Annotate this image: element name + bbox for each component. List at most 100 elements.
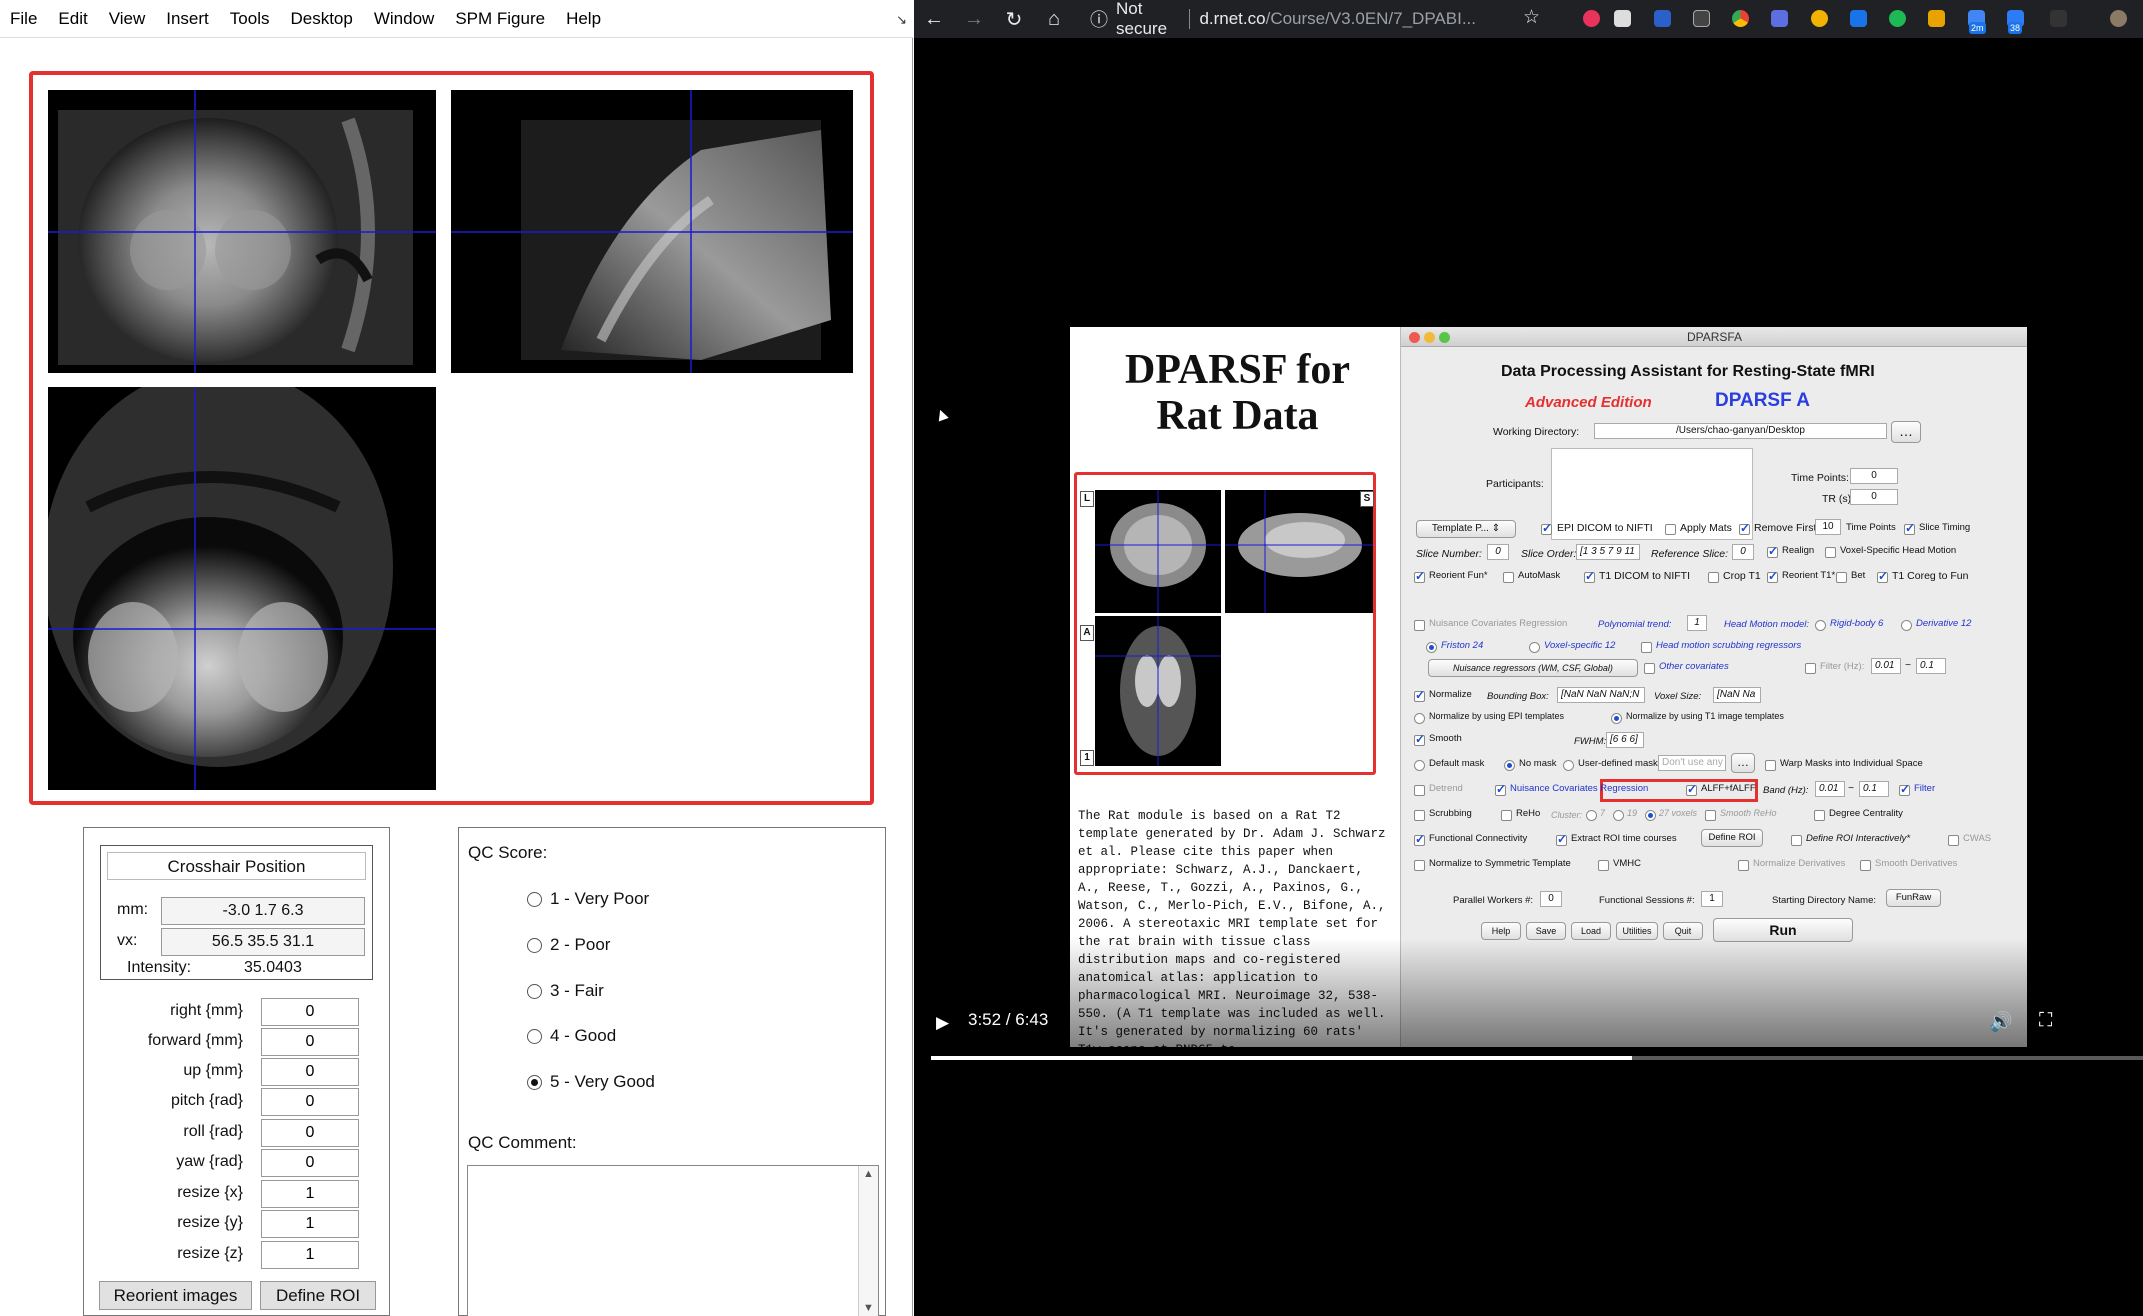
voxel-size-input[interactable]: [NaN Na — [1713, 687, 1761, 703]
param-input-forward[interactable]: 0 — [261, 1028, 359, 1056]
functional-connectivity-checkbox[interactable] — [1414, 832, 1425, 846]
radio-button[interactable] — [527, 1028, 542, 1044]
normalize-symmetric-checkbox[interactable] — [1414, 860, 1425, 871]
extension-icon[interactable] — [1583, 10, 1600, 27]
no-mask-radio[interactable] — [1504, 760, 1515, 771]
filter-checkbox-gray[interactable] — [1805, 663, 1816, 674]
functional-sessions-input[interactable]: 1 — [1701, 891, 1723, 907]
tr-input[interactable]: 0 — [1850, 489, 1898, 505]
menu-desktop[interactable]: Desktop — [287, 9, 363, 29]
video-progress-bar[interactable] — [931, 1056, 2143, 1060]
browse-dir-button[interactable]: … — [1891, 421, 1921, 443]
alff-checkbox[interactable] — [1686, 782, 1697, 796]
profile-avatar[interactable] — [2110, 10, 2127, 27]
param-input-resize-z[interactable]: 1 — [261, 1241, 359, 1269]
extension-icon[interactable] — [1928, 10, 1945, 27]
friston-radio[interactable] — [1426, 642, 1437, 653]
automask-checkbox[interactable] — [1503, 572, 1514, 583]
mask-input[interactable]: Don't use any Mas — [1658, 755, 1726, 771]
qc-option-4[interactable]: 4 - Good — [527, 1024, 616, 1048]
qc-option-1[interactable]: 1 - Very Poor — [527, 887, 649, 911]
extension-icon[interactable] — [1693, 10, 1710, 27]
slice-timing-checkbox[interactable] — [1904, 521, 1915, 535]
param-input-yaw[interactable]: 0 — [261, 1149, 359, 1177]
info-icon[interactable]: ⓘ — [1090, 6, 1108, 32]
video-player[interactable]: ▲ DPARSF for Rat Data L S A 1 The Rat mo… — [914, 38, 2143, 1316]
bounding-box-input[interactable]: [NaN NaN NaN;N — [1557, 687, 1645, 703]
dock-arrow-icon[interactable]: ↘ — [896, 12, 907, 28]
chrome-extension-icon[interactable] — [1732, 10, 1749, 27]
minimize-window-icon[interactable] — [1424, 332, 1435, 343]
scrubbing-checkbox[interactable] — [1414, 810, 1425, 821]
nuisance-regression-checkbox[interactable] — [1414, 620, 1425, 631]
menu-file[interactable]: File — [7, 9, 48, 29]
menu-insert[interactable]: Insert — [163, 9, 220, 29]
define-roi-interactively-checkbox[interactable] — [1791, 835, 1802, 846]
radio-button[interactable] — [527, 983, 542, 999]
derivative-radio[interactable] — [1901, 620, 1912, 631]
qc-comment-textarea[interactable]: ▲ ▼ — [467, 1165, 879, 1316]
normalize-derivatives-checkbox[interactable] — [1738, 860, 1749, 871]
menu-tools[interactable]: Tools — [227, 9, 281, 29]
extension-icon[interactable] — [1811, 10, 1828, 27]
degree-centrality-checkbox[interactable] — [1814, 810, 1825, 821]
head-motion-scrubbing-checkbox[interactable] — [1641, 642, 1652, 653]
forward-icon[interactable]: → — [954, 8, 994, 31]
nuisance-regressors-button[interactable]: Nuisance regressors (WM, CSF, Global) — [1428, 659, 1638, 677]
reho-checkbox[interactable] — [1501, 810, 1512, 821]
menu-view[interactable]: View — [106, 9, 157, 29]
normalize-t1-radio[interactable] — [1611, 713, 1622, 724]
menu-help[interactable]: Help — [563, 9, 612, 29]
param-input-resize-y[interactable]: 1 — [261, 1210, 359, 1238]
param-input-pitch[interactable]: 0 — [261, 1088, 359, 1116]
reorient-t1-checkbox[interactable] — [1767, 569, 1778, 583]
filter-low-input[interactable]: 0.01 — [1871, 658, 1901, 674]
smooth-checkbox[interactable] — [1414, 732, 1425, 746]
define-roi-button[interactable]: Define ROI — [260, 1281, 376, 1310]
remove-first-input[interactable]: 10 — [1815, 519, 1841, 535]
qc-comment-scrollbar[interactable]: ▲ ▼ — [858, 1166, 878, 1316]
address-bar[interactable]: ⓘ Not secure d.rnet.co/Course/V3.0EN/7_D… — [1086, 0, 1476, 38]
close-window-icon[interactable] — [1409, 332, 1420, 343]
reho-19-radio[interactable] — [1613, 810, 1624, 821]
mm-value[interactable]: -3.0 1.7 6.3 — [161, 897, 365, 925]
other-covariates-checkbox[interactable] — [1644, 663, 1655, 674]
apply-mats-checkbox[interactable] — [1665, 524, 1676, 535]
extension-icon[interactable] — [2050, 10, 2067, 27]
voxel-head-motion-checkbox[interactable] — [1825, 547, 1836, 558]
extension-icon[interactable] — [1771, 10, 1788, 27]
extension-icon[interactable] — [1889, 10, 1906, 27]
normalize-checkbox[interactable] — [1414, 688, 1425, 702]
fwhm-input[interactable]: [6 6 6] — [1606, 732, 1644, 748]
extension-icon[interactable] — [1850, 10, 1867, 27]
normalize-epi-radio[interactable] — [1414, 713, 1425, 724]
cwas-checkbox[interactable] — [1948, 835, 1959, 846]
filter-high-input[interactable]: 0.1 — [1916, 658, 1946, 674]
remove-first-checkbox[interactable] — [1739, 521, 1750, 535]
realign-checkbox[interactable] — [1767, 544, 1778, 558]
axial-view[interactable] — [48, 387, 436, 790]
radio-button[interactable] — [527, 937, 542, 953]
starting-dir-input[interactable]: FunRaw — [1886, 889, 1941, 907]
default-mask-radio[interactable] — [1414, 760, 1425, 771]
reho-7-radio[interactable] — [1586, 810, 1597, 821]
band-low-input[interactable]: 0.01 — [1815, 781, 1845, 797]
vx-value[interactable]: 56.5 35.5 31.1 — [161, 928, 365, 956]
qc-option-5[interactable]: 5 - Very Good — [527, 1070, 655, 1094]
user-mask-radio[interactable] — [1563, 760, 1574, 771]
extract-roi-checkbox[interactable] — [1556, 832, 1567, 846]
scroll-down-icon[interactable]: ▼ — [863, 1302, 874, 1314]
qc-option-2[interactable]: 2 - Poor — [527, 933, 610, 957]
warp-masks-checkbox[interactable] — [1765, 760, 1776, 771]
coronal-view[interactable] — [48, 90, 436, 373]
crop-t1-checkbox[interactable] — [1708, 572, 1719, 583]
extension-icon[interactable] — [1654, 10, 1671, 27]
param-input-resize-x[interactable]: 1 — [261, 1180, 359, 1208]
dparsfa-define-roi-button[interactable]: Define ROI — [1701, 829, 1763, 847]
back-icon[interactable]: ← — [914, 8, 954, 31]
reference-slice-input[interactable]: 0 — [1732, 544, 1754, 560]
menu-window[interactable]: Window — [371, 9, 445, 29]
filter-checkbox[interactable] — [1899, 782, 1910, 796]
radio-button[interactable] — [527, 891, 542, 907]
slice-order-input[interactable]: [1 3 5 7 9 11 — [1576, 544, 1640, 560]
